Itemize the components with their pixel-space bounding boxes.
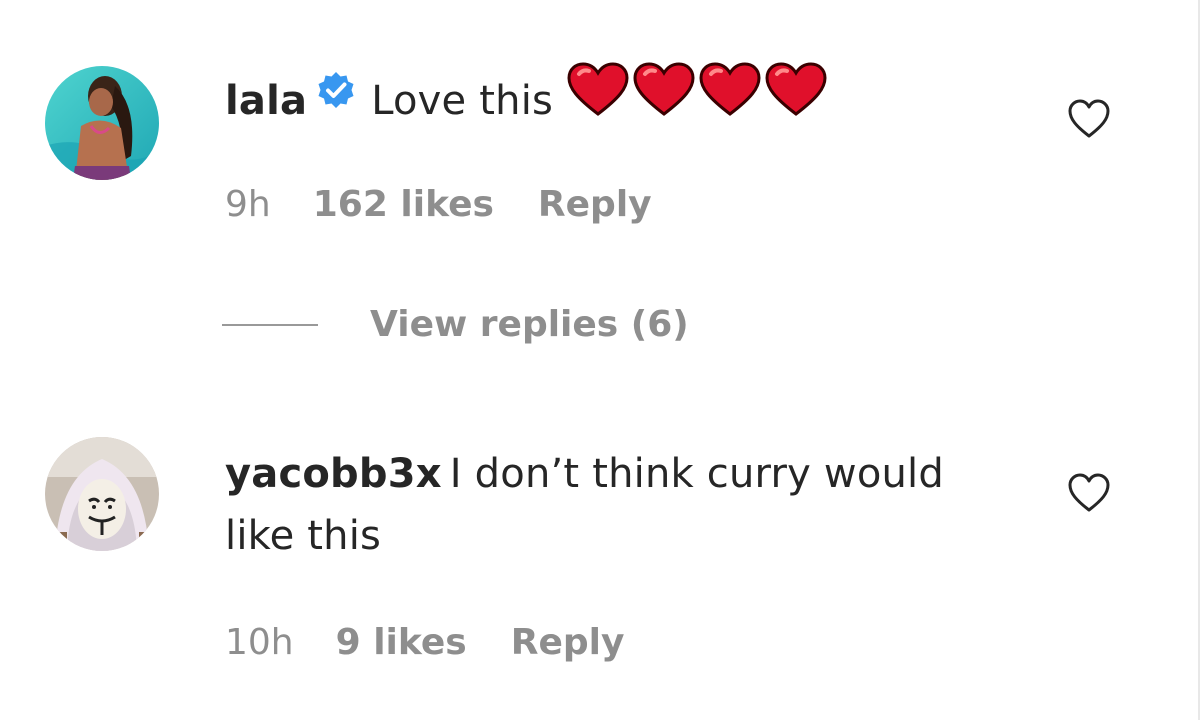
like-heart-icon[interactable]	[1066, 470, 1112, 516]
like-heart-icon[interactable]	[1066, 96, 1112, 142]
red-heart-icon	[699, 62, 761, 116]
red-heart-icon	[765, 62, 827, 116]
red-heart-icon	[633, 62, 695, 116]
comment-text: yacobb3x I don’t think curry would like t…	[225, 443, 1025, 567]
hearts-emoji	[567, 62, 831, 136]
username[interactable]: lala	[225, 78, 307, 124]
comment-body: Love this	[371, 78, 554, 124]
likes-count[interactable]: 162 likes	[313, 184, 494, 225]
avatar[interactable]	[45, 437, 159, 551]
avatar-mask-image	[45, 437, 159, 551]
comment-meta: 9h 162 likes Reply	[225, 184, 652, 225]
reply-button[interactable]: Reply	[511, 622, 625, 663]
comments-panel: lala Love this 9h 162 likes Reply View r…	[0, 0, 1200, 720]
comment-text: lala Love this	[225, 62, 831, 136]
view-replies-divider	[222, 323, 318, 326]
avatar[interactable]	[45, 66, 159, 180]
timestamp[interactable]: 10h	[225, 622, 294, 663]
avatar-pool-image	[45, 66, 159, 180]
username[interactable]: yacobb3x	[225, 451, 442, 497]
view-replies-button[interactable]: View replies (6)	[222, 304, 689, 345]
comment-meta: 10h 9 likes Reply	[225, 622, 624, 663]
view-replies-label[interactable]: View replies (6)	[370, 304, 689, 345]
timestamp[interactable]: 9h	[225, 184, 271, 225]
likes-count[interactable]: 9 likes	[336, 622, 467, 663]
verified-badge-icon	[315, 68, 357, 130]
reply-button[interactable]: Reply	[538, 184, 652, 225]
red-heart-icon	[567, 62, 629, 116]
